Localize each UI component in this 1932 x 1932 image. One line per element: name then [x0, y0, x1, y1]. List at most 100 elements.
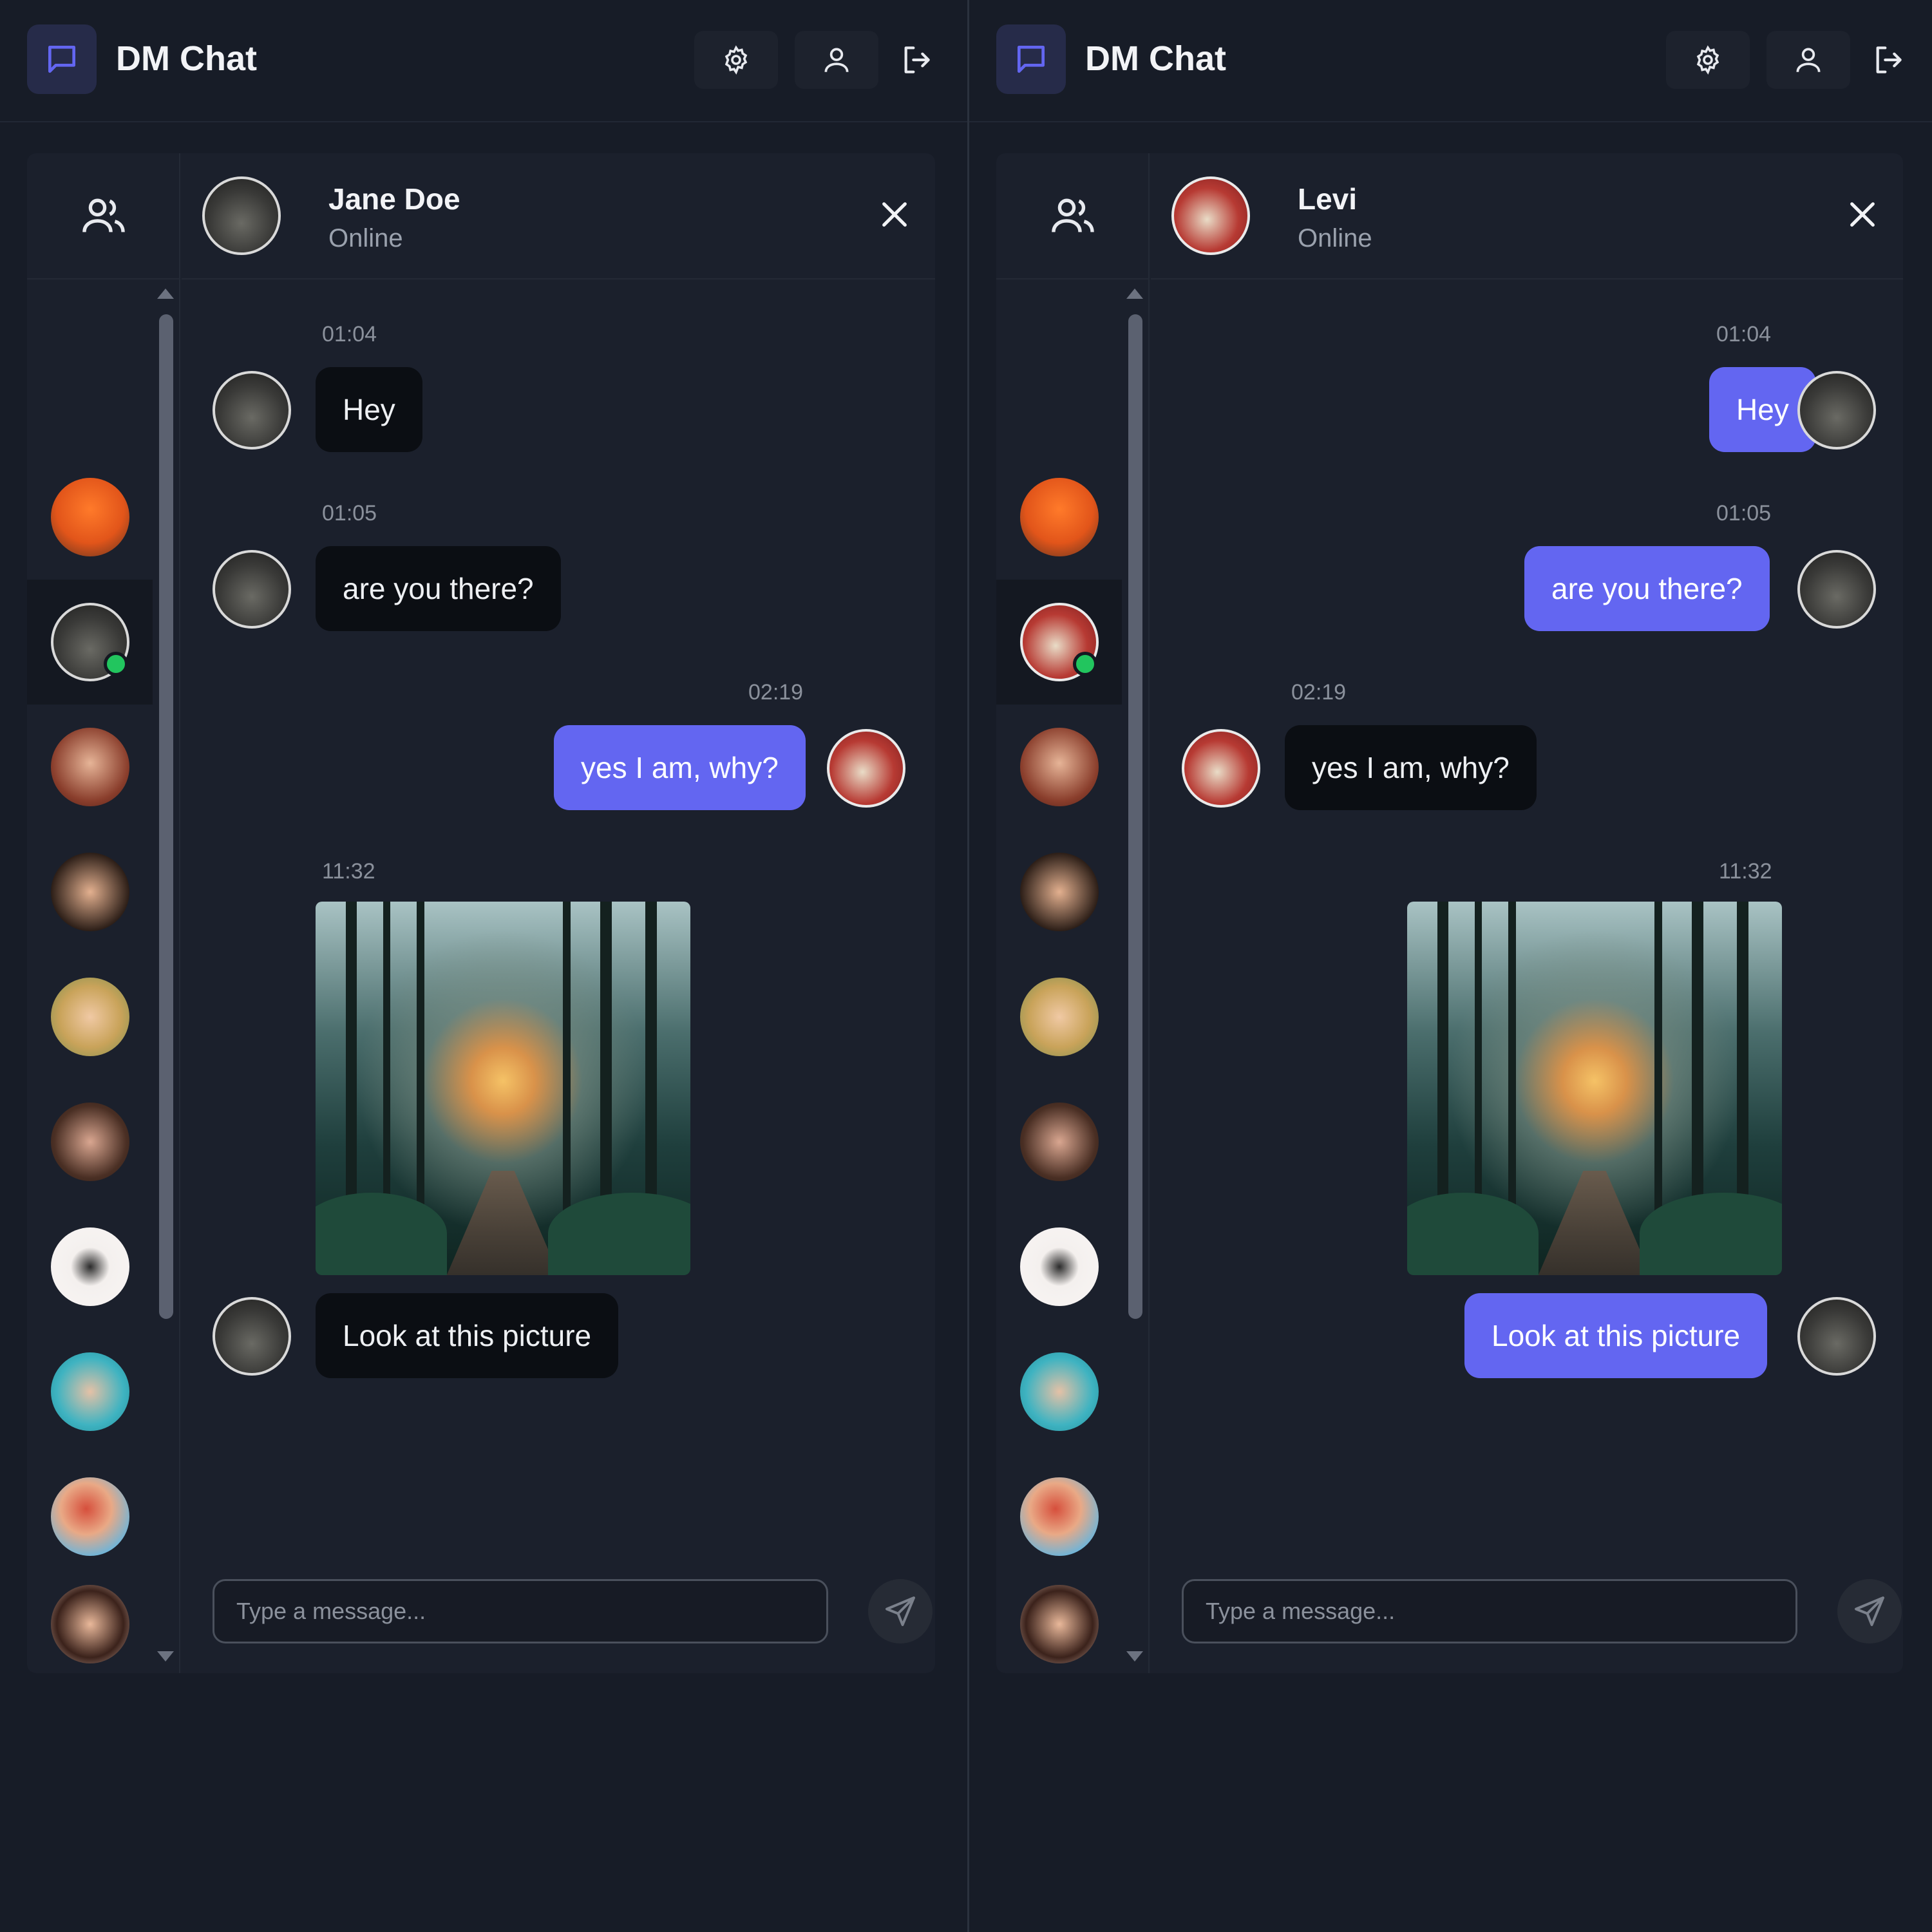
- contacts-header: [996, 153, 1150, 279]
- contact-item[interactable]: [996, 1204, 1122, 1329]
- contact-item[interactable]: [27, 455, 153, 580]
- message-time: 01:04: [322, 322, 377, 346]
- contact-item[interactable]: [996, 829, 1122, 954]
- logout-button[interactable]: [875, 31, 958, 89]
- contact-item[interactable]: [996, 1579, 1122, 1669]
- chat-bubble-icon: [996, 24, 1066, 94]
- conversation-header: Jane Doe Online: [182, 153, 935, 279]
- message-avatar: [1797, 371, 1876, 450]
- logout-icon: [1876, 46, 1902, 73]
- message-avatar: [1797, 1297, 1876, 1376]
- message-input-box[interactable]: [213, 1579, 828, 1643]
- contact-item[interactable]: [27, 1579, 153, 1669]
- scrollbar-thumb[interactable]: [159, 314, 173, 1319]
- avatar: [50, 978, 129, 1056]
- chat-window-left: DM Chat Jane Doe Online 01:04 Hey 01:05 …: [0, 0, 967, 1932]
- app-title: DM Chat: [116, 39, 257, 78]
- close-icon: [882, 202, 907, 227]
- user-icon: [824, 48, 849, 72]
- message-bubble: Look at this picture: [316, 1293, 619, 1378]
- peer-name: Levi: [1298, 182, 1358, 216]
- avatar: [50, 478, 129, 556]
- settings-button[interactable]: [694, 31, 778, 89]
- contact-item[interactable]: [996, 455, 1122, 580]
- peer-status: Online: [328, 224, 403, 252]
- message-bubble: Look at this picture: [1464, 1293, 1768, 1378]
- gear-icon: [1696, 45, 1719, 75]
- avatar: [1019, 978, 1099, 1056]
- send-icon: [886, 1596, 915, 1626]
- send-button[interactable]: [1837, 1579, 1902, 1643]
- contact-item[interactable]: [27, 1204, 153, 1329]
- send-button[interactable]: [868, 1579, 933, 1643]
- avatar: [50, 853, 129, 931]
- scroll-up-arrow[interactable]: [157, 289, 174, 299]
- profile-button[interactable]: [1766, 31, 1850, 89]
- contact-item[interactable]: [996, 1454, 1122, 1579]
- avatar: [1019, 1103, 1099, 1181]
- contact-item[interactable]: [27, 829, 153, 954]
- app-header: DM Chat: [969, 0, 1932, 122]
- settings-button[interactable]: [1666, 31, 1750, 89]
- user-icon: [1796, 48, 1821, 72]
- contact-item[interactable]: [996, 705, 1122, 829]
- avatar: [1019, 1352, 1099, 1431]
- message-time: 11:32: [1719, 859, 1772, 884]
- peer-avatar: [202, 176, 281, 255]
- avatar: [1019, 478, 1099, 556]
- avatar: [1019, 603, 1099, 681]
- avatar: [50, 1103, 129, 1181]
- message-bubble: yes I am, why?: [1285, 725, 1537, 810]
- chat-bubble-icon: [27, 24, 97, 94]
- avatar: [50, 728, 129, 806]
- contact-item-active[interactable]: [996, 580, 1122, 705]
- chat-window-right: DM Chat Levi Online 01:04 Hey 01:05 are …: [969, 0, 1932, 1932]
- avatar: [50, 603, 129, 681]
- scroll-down-arrow[interactable]: [157, 1651, 174, 1662]
- logout-button[interactable]: [1846, 31, 1930, 89]
- message-bubble: yes I am, why?: [554, 725, 806, 810]
- message-bubble: are you there?: [316, 546, 561, 631]
- contact-item[interactable]: [27, 1454, 153, 1579]
- contact-item[interactable]: [996, 1079, 1122, 1204]
- contacts-sidebar: [27, 153, 180, 1673]
- close-icon: [1850, 202, 1875, 227]
- contact-item[interactable]: [27, 954, 153, 1079]
- avatar: [1019, 1585, 1099, 1663]
- message-avatar: [1797, 550, 1876, 629]
- app-title: DM Chat: [1085, 39, 1226, 78]
- message-input-box[interactable]: [1182, 1579, 1797, 1643]
- send-icon: [1855, 1596, 1884, 1626]
- close-chat-button[interactable]: [872, 192, 917, 237]
- contact-item[interactable]: [27, 1079, 153, 1204]
- message-time: 01:04: [1716, 322, 1772, 346]
- contacts-sidebar: [996, 153, 1150, 1673]
- contact-item-active[interactable]: [27, 580, 153, 705]
- online-indicator: [103, 652, 128, 676]
- scroll-up-arrow[interactable]: [1126, 289, 1143, 299]
- scrollbar-thumb[interactable]: [1128, 314, 1142, 1319]
- peer-avatar: [1171, 176, 1250, 255]
- chat-card: Levi Online 01:04 Hey 01:05 are you ther…: [996, 153, 1903, 1673]
- close-chat-button[interactable]: [1840, 192, 1885, 237]
- avatar: [1019, 1477, 1099, 1556]
- contact-item[interactable]: [996, 1329, 1122, 1454]
- scroll-down-arrow[interactable]: [1126, 1651, 1143, 1662]
- message-time: 02:19: [1291, 680, 1347, 705]
- gear-icon: [724, 45, 748, 75]
- forest-image: [1407, 902, 1782, 1275]
- contact-item[interactable]: [27, 1329, 153, 1454]
- message-avatar: [213, 371, 291, 450]
- conversation: Jane Doe Online 01:04 Hey 01:05 are you …: [182, 153, 935, 1673]
- message-image[interactable]: [316, 902, 690, 1275]
- chat-card: Jane Doe Online 01:04 Hey 01:05 are you …: [27, 153, 935, 1673]
- profile-button[interactable]: [795, 31, 878, 89]
- contact-item[interactable]: [27, 705, 153, 829]
- peer-status: Online: [1298, 224, 1372, 252]
- message-image[interactable]: [1407, 902, 1782, 1275]
- message-input[interactable]: [1184, 1581, 1795, 1642]
- conversation-header: Levi Online: [1151, 153, 1903, 279]
- avatar: [50, 1227, 129, 1306]
- message-input[interactable]: [214, 1581, 826, 1642]
- contact-item[interactable]: [996, 954, 1122, 1079]
